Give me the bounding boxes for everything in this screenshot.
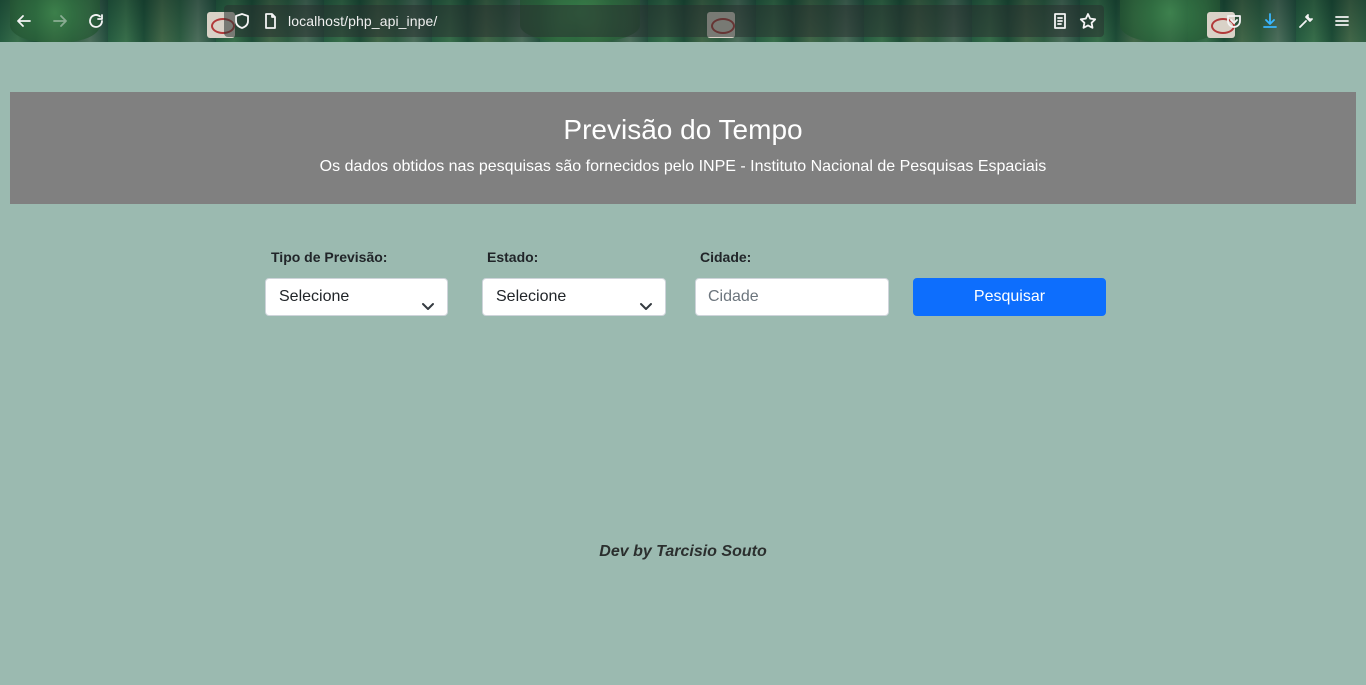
bookmark-button[interactable] [1076, 9, 1100, 33]
chevron-down-icon [639, 291, 653, 310]
header-banner: Previsão do Tempo Os dados obtidos nas p… [10, 92, 1356, 204]
shield-icon [235, 13, 249, 29]
download-icon [1263, 13, 1277, 28]
hamburger-menu-icon [1335, 16, 1349, 26]
page-icon [265, 13, 276, 29]
toolbar-background-decoration [1120, 0, 1220, 42]
pesquisar-button[interactable]: Pesquisar [913, 278, 1106, 316]
url-text[interactable]: localhost/php_api_inpe/ [288, 13, 437, 29]
chevron-down-icon [421, 291, 435, 310]
estado-select[interactable]: Selecione [482, 278, 666, 316]
page-info-button[interactable] [258, 9, 282, 33]
arrow-right-icon [53, 15, 67, 27]
page-title: Previsão do Tempo [563, 114, 803, 145]
page-subtitle: Os dados obtidos nas pesquisas são forne… [319, 158, 1047, 175]
estado-selected-value: Selecione [496, 288, 567, 305]
reload-icon [89, 14, 103, 28]
downloads-button[interactable] [1258, 9, 1282, 33]
pocket-button[interactable] [1222, 9, 1246, 33]
site-security-button[interactable] [230, 9, 254, 33]
tipo-previsao-selected-value: Selecione [279, 288, 350, 305]
cidade-label: Cidade: [700, 249, 752, 265]
reload-button[interactable] [84, 9, 108, 33]
reader-view-button[interactable] [1048, 9, 1072, 33]
tipo-previsao-label: Tipo de Previsão: [271, 249, 388, 265]
estado-label: Estado: [487, 249, 539, 265]
pocket-icon [1227, 15, 1241, 28]
reader-view-icon [1054, 13, 1066, 29]
forward-button[interactable] [48, 9, 72, 33]
back-button[interactable] [12, 9, 36, 33]
star-icon [1079, 13, 1097, 29]
tipo-previsao-select[interactable]: Selecione [265, 278, 448, 316]
menu-button[interactable] [1330, 9, 1354, 33]
cidade-input[interactable] [695, 278, 889, 316]
arrow-left-icon [17, 15, 31, 27]
wrench-icon [1299, 14, 1313, 28]
customize-button[interactable] [1294, 9, 1318, 33]
browser-toolbar: localhost/php_api_inpe/ [0, 0, 1366, 42]
footer-credit: Dev by Tarcisio Souto [599, 543, 767, 560]
